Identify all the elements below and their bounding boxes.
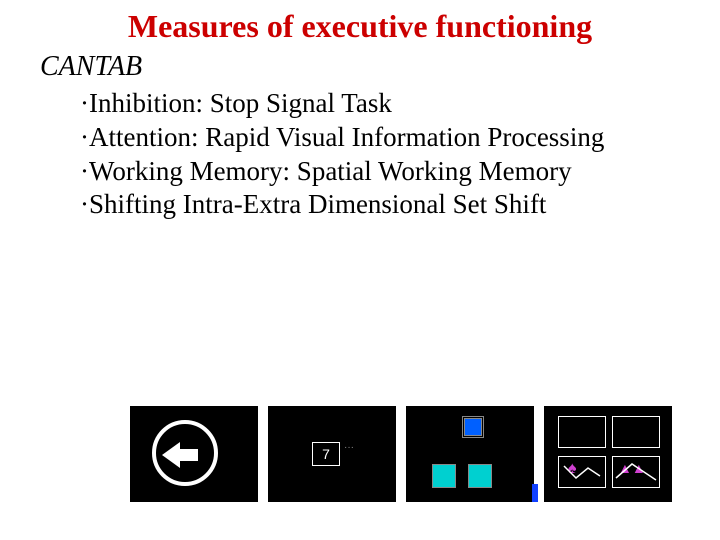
bullet-text: Inhibition: Stop Signal Task bbox=[89, 87, 392, 121]
side-bar-icon bbox=[532, 484, 538, 502]
square-blue-icon bbox=[464, 418, 482, 436]
slide-subtitle: CANTAB bbox=[0, 51, 720, 83]
square-cyan-icon bbox=[432, 464, 456, 488]
bullet-icon: · bbox=[80, 155, 89, 189]
line-icon bbox=[612, 456, 658, 486]
thumbnail-rvip: 7 ··· bbox=[268, 406, 396, 502]
thumbnail-swm bbox=[406, 406, 534, 502]
arrow-stem-icon bbox=[178, 449, 198, 461]
bullet-icon: · bbox=[80, 87, 89, 121]
slide-title: Measures of executive functioning bbox=[0, 0, 720, 45]
bullet-text: Working Memory: Spatial Working Memory bbox=[89, 155, 572, 189]
bullet-list: · Inhibition: Stop Signal Task · Attenti… bbox=[0, 87, 720, 222]
square-cyan-icon bbox=[468, 464, 492, 488]
bullet-text: Shifting Intra-Extra Dimensional Set Shi… bbox=[89, 188, 546, 222]
thumbnail-row: 7 ··· ♠ ▲▲ bbox=[130, 406, 672, 502]
list-item: · Shifting Intra-Extra Dimensional Set S… bbox=[80, 188, 720, 222]
panel-rect-icon bbox=[612, 416, 660, 448]
panel-rect-icon bbox=[558, 416, 606, 448]
dots-icon: ··· bbox=[344, 442, 354, 453]
bullet-icon: · bbox=[80, 188, 89, 222]
thumbnail-ied: ♠ ▲▲ bbox=[544, 406, 672, 502]
list-item: · Inhibition: Stop Signal Task bbox=[80, 87, 720, 121]
thumbnail-stop-signal bbox=[130, 406, 258, 502]
bullet-icon: · bbox=[80, 121, 89, 155]
list-item: · Working Memory: Spatial Working Memory bbox=[80, 155, 720, 189]
number-box: 7 bbox=[312, 442, 340, 466]
line-icon bbox=[558, 456, 604, 486]
bullet-text: Attention: Rapid Visual Information Proc… bbox=[89, 121, 604, 155]
list-item: · Attention: Rapid Visual Information Pr… bbox=[80, 121, 720, 155]
